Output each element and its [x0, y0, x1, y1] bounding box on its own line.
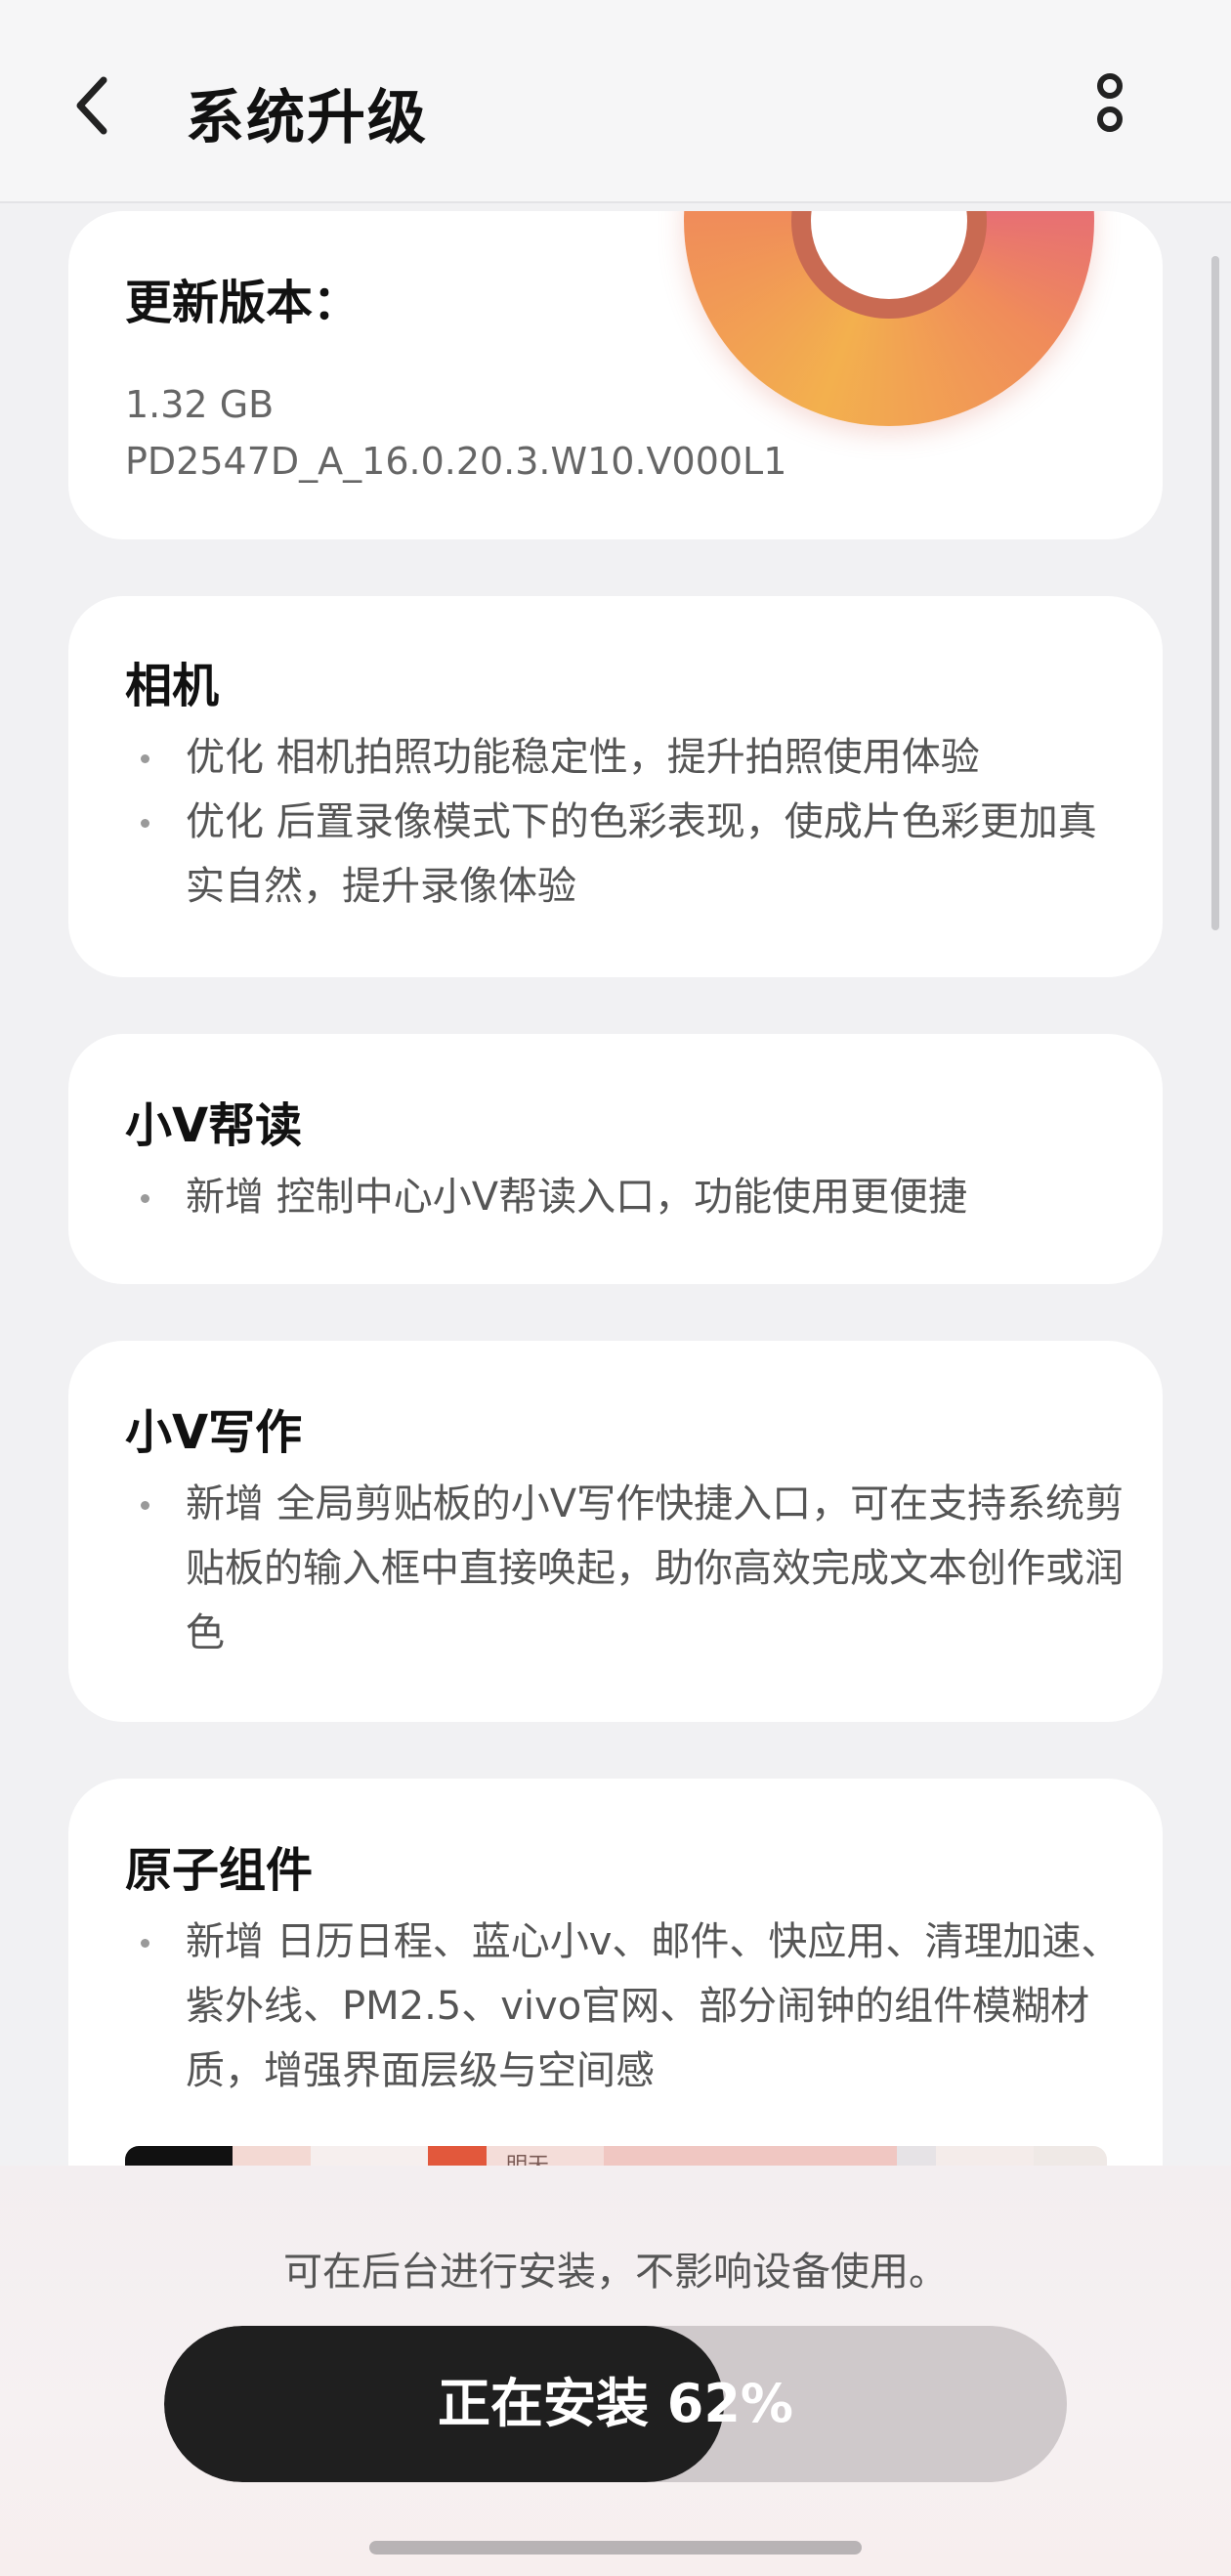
section-card-writing: 小V写作 新增 全局剪贴板的小V写作快捷入口，可在支持系统剪贴板的输入框中直接唤…	[68, 1341, 1163, 1722]
section-title: 小V写作	[125, 1405, 303, 1460]
list-item: 优化 相机拍照功能稳定性，提升拍照使用体验	[125, 725, 1131, 790]
list-item: 新增 控制中心小V帮读入口，功能使用更便捷	[125, 1165, 1131, 1229]
list-item: 新增 全局剪贴板的小V写作快捷入口，可在支持系统剪贴板的输入框中直接唤起，助你高…	[125, 1472, 1131, 1665]
version-string: PD2547D_A_16.0.20.3.W10.V000L1	[125, 440, 787, 483]
back-button[interactable]	[64, 64, 143, 152]
progress-label: 正在安装 62%	[437, 2373, 794, 2434]
background-install-hint: 可在后台进行安装，不影响设备使用。	[283, 2250, 948, 2295]
chevron-left-icon	[76, 76, 107, 135]
install-panel: 可在后台进行安装，不影响设备使用。 正在安装 62%	[0, 2166, 1231, 2576]
section-title: 小V帮读	[125, 1098, 303, 1153]
version-card: 更新版本： 1.32 GB PD2547D_A_16.0.20.3.W10.V0…	[68, 211, 1163, 539]
top-app-bar: 系统升级	[0, 0, 1231, 203]
version-heading: 更新版本：	[125, 276, 361, 330]
page-title: 系统升级	[186, 84, 428, 152]
section-title: 原子组件	[125, 1843, 314, 1898]
section-list: 新增 控制中心小V帮读入口，功能使用更便捷	[125, 1165, 1131, 1229]
list-item: 优化 后置录像模式下的色彩表现，使成片色彩更加真实自然，提升录像体验	[125, 790, 1131, 919]
install-progress-button[interactable]: 正在安装 62%	[164, 2326, 1067, 2482]
section-card-camera: 相机 优化 相机拍照功能稳定性，提升拍照使用体验 优化 后置录像模式下的色彩表现…	[68, 596, 1163, 977]
section-list: 新增 日历日程、蓝心小v、邮件、快应用、清理加速、紫外线、PM2.5、vivo官…	[125, 1910, 1131, 2103]
scrollbar[interactable]	[1211, 256, 1219, 930]
home-indicator[interactable]	[369, 2541, 862, 2555]
list-item: 新增 日历日程、蓝心小v、邮件、快应用、清理加速、紫外线、PM2.5、vivo官…	[125, 1910, 1131, 2103]
section-list: 新增 全局剪贴板的小V写作快捷入口，可在支持系统剪贴板的输入框中直接唤起，助你高…	[125, 1472, 1131, 1665]
section-title: 相机	[125, 659, 220, 713]
update-size: 1.32 GB	[125, 383, 275, 426]
update-disc-graphic	[684, 211, 1094, 426]
section-list: 优化 相机拍照功能稳定性，提升拍照使用体验 优化 后置录像模式下的色彩表现，使成…	[125, 725, 1131, 919]
more-vertical-icon	[1097, 73, 1123, 132]
more-options-button[interactable]	[1081, 68, 1139, 147]
section-card-reading: 小V帮读 新增 控制中心小V帮读入口，功能使用更便捷	[68, 1034, 1163, 1284]
